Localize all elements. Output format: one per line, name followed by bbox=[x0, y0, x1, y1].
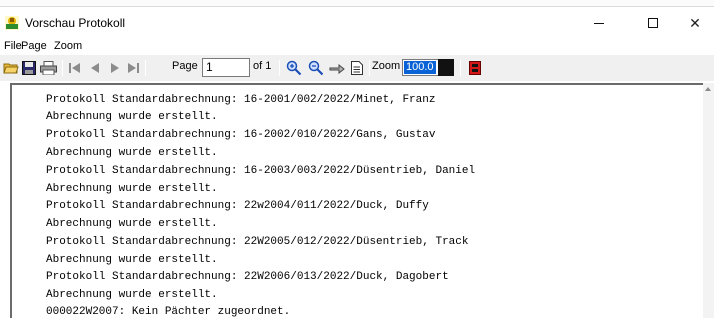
previous-page-icon bbox=[91, 62, 99, 73]
first-page-button[interactable] bbox=[66, 59, 84, 76]
toolbar-separator bbox=[369, 60, 370, 76]
app-icon bbox=[5, 16, 19, 30]
menu-bar: File Page Zoom bbox=[0, 39, 714, 55]
hand-tool-button[interactable] bbox=[328, 59, 346, 76]
toolbar-separator bbox=[460, 60, 461, 76]
last-page-button[interactable] bbox=[124, 59, 142, 76]
report-line: Protokoll Standardabrechnung: 16-2002/01… bbox=[46, 129, 436, 141]
background-window-edge bbox=[40, 0, 560, 1]
report-line: Abrechnung wurde erstellt. bbox=[46, 218, 218, 230]
first-page-icon bbox=[69, 62, 80, 73]
vertical-scrollbar[interactable] bbox=[703, 83, 714, 318]
page-label: Page bbox=[172, 60, 198, 72]
page-number-input[interactable]: 1 bbox=[202, 58, 250, 77]
previous-page-button[interactable] bbox=[86, 59, 104, 76]
maximize-icon bbox=[648, 18, 658, 28]
hand-icon bbox=[329, 63, 345, 74]
report-line: Abrechnung wurde erstellt. bbox=[46, 183, 218, 195]
page-view-button[interactable] bbox=[348, 59, 366, 76]
print-button[interactable] bbox=[38, 59, 58, 76]
open-folder-icon bbox=[3, 63, 19, 73]
title-bar: Vorschau Protokoll ✕ bbox=[0, 7, 714, 39]
exit-button[interactable] bbox=[466, 59, 484, 76]
report-line: Protokoll Standardabrechnung: 16-2003/00… bbox=[46, 165, 476, 177]
next-page-icon bbox=[111, 62, 119, 73]
menu-zoom[interactable]: Zoom bbox=[54, 40, 82, 52]
toolbar-separator bbox=[145, 60, 146, 76]
toolbar: Page 1 of 1 Zoom 100.0 bbox=[0, 55, 714, 81]
zoom-in-icon bbox=[286, 60, 302, 75]
report-line: 000022W2007: Kein Pächter zugeordnet. bbox=[46, 306, 291, 318]
maximize-button[interactable] bbox=[630, 7, 676, 39]
menu-file[interactable]: File bbox=[4, 40, 22, 52]
report-line: Protokoll Standardabrechnung: 16-2001/00… bbox=[46, 94, 436, 106]
open-button[interactable] bbox=[2, 59, 20, 76]
close-button[interactable]: ✕ bbox=[676, 7, 714, 39]
last-page-icon bbox=[128, 62, 139, 73]
report-line: Abrechnung wurde erstellt. bbox=[46, 111, 218, 123]
report-line: Protokoll Standardabrechnung: 22W2005/01… bbox=[46, 236, 469, 248]
zoom-out-button[interactable] bbox=[306, 59, 326, 76]
minimize-button[interactable] bbox=[576, 7, 622, 39]
zoom-out-icon bbox=[308, 60, 324, 75]
exit-icon bbox=[469, 60, 481, 75]
next-page-button[interactable] bbox=[106, 59, 124, 76]
save-button[interactable] bbox=[20, 59, 38, 76]
window-title: Vorschau Protokoll bbox=[25, 16, 126, 30]
toolbar-separator bbox=[62, 60, 63, 76]
toolbar-separator bbox=[279, 60, 280, 76]
save-icon bbox=[22, 60, 36, 75]
report-line: Abrechnung wurde erstellt. bbox=[46, 289, 218, 301]
report-line: Abrechnung wurde erstellt. bbox=[46, 254, 218, 266]
report-line: Abrechnung wurde erstellt. bbox=[46, 147, 218, 159]
zoom-dropdown-button[interactable] bbox=[438, 59, 454, 76]
scroll-up-arrow-icon[interactable] bbox=[705, 87, 711, 91]
close-icon: ✕ bbox=[689, 14, 701, 31]
zoom-label: Zoom bbox=[372, 60, 401, 72]
page-icon bbox=[351, 60, 363, 75]
report-line: Protokoll Standardabrechnung: 22W2006/01… bbox=[46, 271, 449, 283]
menu-page[interactable]: Page bbox=[21, 40, 47, 52]
report-preview-area[interactable]: Protokoll Standardabrechnung: 16-2001/00… bbox=[10, 83, 703, 318]
report-line: Protokoll Standardabrechnung: 22w2004/01… bbox=[46, 200, 429, 212]
print-icon bbox=[39, 60, 57, 75]
minimize-icon bbox=[594, 22, 604, 24]
zoom-in-button[interactable] bbox=[284, 59, 304, 76]
page-count-label: of 1 bbox=[253, 60, 272, 72]
background-window-strip bbox=[0, 0, 714, 7]
zoom-value: 100.0 bbox=[404, 61, 436, 74]
